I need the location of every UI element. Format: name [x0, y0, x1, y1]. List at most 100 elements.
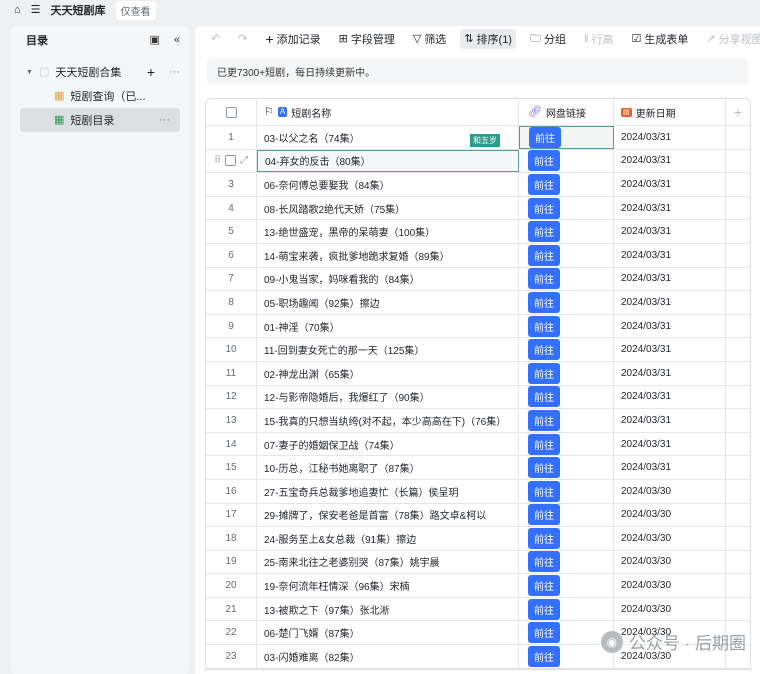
date-cell[interactable]: 2024/03/31	[614, 243, 726, 267]
go-link-button[interactable]: 前往	[528, 386, 560, 408]
more-icon[interactable]: ···	[159, 114, 170, 126]
date-cell[interactable]: 2024/03/30	[614, 527, 726, 550]
date-cell[interactable]: 2024/03/30	[614, 550, 726, 574]
go-link-button[interactable]: 前往	[528, 362, 560, 384]
go-link-button[interactable]: 前往	[528, 197, 560, 219]
date-cell[interactable]: 2024/03/30	[614, 574, 726, 597]
expand-icon[interactable]: ⤢	[240, 155, 248, 166]
date-cell[interactable]: 2024/03/31	[614, 314, 726, 338]
date-cell[interactable]: 2024/03/31	[614, 220, 726, 243]
table-row[interactable]: 10 11-回到妻女死亡的那一天（125集） 前往 2024/03/31	[206, 338, 750, 362]
table-row[interactable]: 19 25-南来北往之老婆别哭（87集）姚宇晨 前往 2024/03/30	[206, 550, 750, 575]
date-cell[interactable]: 2024/03/31	[614, 361, 726, 385]
add-icon[interactable]: +	[147, 65, 155, 79]
name-cell[interactable]: 06-楚门飞婿（87集）	[257, 621, 519, 645]
name-cell[interactable]: 27-五宝奇兵总裁爹地追妻忙（长篇）侯呈玥	[257, 479, 519, 503]
go-link-button[interactable]: 前往	[528, 433, 560, 455]
date-cell[interactable]: 2024/03/31	[614, 338, 726, 361]
table-row[interactable]: 11 02-神龙出渊（65集） 前往 2024/03/31	[206, 361, 750, 386]
redo-button[interactable]: ↷	[234, 32, 251, 47]
table-row[interactable]: 17 29-摊牌了，保安老爸是首富（78集）路文卓&柯以 前往 2024/03/30	[206, 503, 750, 528]
name-cell[interactable]: 14-萌宝来袭，疯批爹地跪求复婚（89集）	[257, 243, 519, 267]
drag-handle-icon[interactable]: ⠿	[214, 155, 221, 166]
table-row[interactable]: 12 12-与影帝隐婚后，我爆红了（90集） 前往 2024/03/31	[206, 385, 750, 410]
table-row[interactable]: 5 13-绝世盛宠，黑帝的呆萌妻（100集） 前往 2024/03/31	[206, 220, 750, 244]
column-header-date[interactable]: ▤ 更新日期	[614, 99, 726, 125]
go-link-button[interactable]: 前往	[528, 480, 560, 502]
name-cell[interactable]: 04-弃女的反击（80集）	[257, 149, 519, 173]
go-link-button[interactable]: 前往	[528, 409, 560, 431]
go-link-button[interactable]: 前往	[528, 457, 560, 479]
go-link-button[interactable]: 前往	[528, 622, 560, 644]
more-icon[interactable]: ···	[169, 66, 180, 78]
name-cell[interactable]: 15-我真的只想当纨绔(对不起，本少高高在下)（76集）	[257, 409, 519, 432]
go-link-button[interactable]: 前往	[528, 551, 560, 573]
table-row[interactable]: 21 13-被欺之下（97集）张北淅 前往 2024/03/30	[206, 597, 750, 622]
date-cell[interactable]: 2024/03/31	[614, 267, 726, 291]
select-all-checkbox[interactable]	[225, 106, 237, 118]
date-cell[interactable]: 2024/03/31	[614, 173, 726, 196]
name-cell[interactable]: 02-神龙出渊（65集）	[257, 361, 519, 385]
table-row[interactable]: 18 24-服务至上&女总裁（91集）擦边 前往 2024/03/30	[206, 527, 750, 551]
date-cell[interactable]: 2024/03/30	[614, 503, 726, 527]
go-link-button[interactable]: 前往	[528, 504, 560, 526]
name-cell[interactable]: 12-与影帝隐婚后，我爆红了（90集）	[257, 385, 519, 409]
undo-button[interactable]: ↶	[207, 32, 224, 47]
table-row[interactable]: 20 19-奈何流年枉情深（96集）宋楠 前往 2024/03/30	[206, 574, 750, 598]
table-row[interactable]: 14 07-妻子的婚姻保卫战（74集） 前往 2024/03/31	[206, 432, 750, 457]
name-cell[interactable]: 09-小鬼当家，妈咪看我的（84集）	[257, 267, 519, 291]
table-row[interactable]: 8 05-职场趣闻（92集）擦边 前往 2024/03/31	[206, 291, 750, 315]
go-link-button[interactable]: 前往	[529, 126, 561, 148]
name-cell[interactable]: 19-奈何流年枉情深（96集）宋楠	[257, 574, 519, 597]
go-link-button[interactable]: 前往	[528, 598, 560, 620]
home-icon[interactable]: ⌂	[14, 4, 21, 16]
go-link-button[interactable]: 前往	[528, 173, 560, 195]
go-link-button[interactable]: 前往	[528, 339, 560, 361]
go-link-button[interactable]: 前往	[528, 150, 560, 172]
share-view-button[interactable]: ↗ 分享视图	[702, 29, 760, 49]
date-cell[interactable]: 2024/03/30	[614, 597, 726, 621]
table-row[interactable]: 6 14-萌宝来袭，疯批爹地跪求复婚（89集） 前往 2024/03/31	[206, 243, 750, 268]
generate-form-button[interactable]: ☑ 生成表单	[628, 29, 693, 49]
go-link-button[interactable]: 前往	[528, 268, 560, 290]
date-cell[interactable]: 2024/03/31	[614, 126, 726, 149]
go-link-button[interactable]: 前往	[528, 221, 560, 243]
name-cell[interactable]: 07-妻子的婚姻保卫战（74集）	[257, 432, 519, 456]
name-cell[interactable]: 13-被欺之下（97集）张北淅	[257, 597, 519, 621]
caret-down-icon[interactable]: ▼	[26, 69, 33, 76]
go-link-button[interactable]: 前往	[528, 244, 560, 266]
name-cell[interactable]: 01-神淫（70集）	[257, 314, 519, 338]
name-cell[interactable]: 03-闪婚难离（82集）	[257, 645, 519, 668]
sidebar-item-collection[interactable]: ▼ ▢ 天天短剧合集 + ···	[10, 60, 190, 84]
table-row[interactable]: 3 06-奈何傅总要娶我（84集） 前往 2024/03/31	[206, 173, 750, 197]
table-row[interactable]: 7 09-小鬼当家，妈咪看我的（84集） 前往 2024/03/31	[206, 267, 750, 292]
row-height-button[interactable]: ‖ 行高	[580, 29, 618, 49]
collapse-icon[interactable]: «	[174, 34, 180, 46]
table-row[interactable]: ⠿ ⤢ 04-弃女的反击（80集） 前往 2024/03/31	[206, 149, 750, 174]
row-checkbox[interactable]	[225, 155, 237, 167]
name-cell[interactable]: 05-职场趣闻（92集）擦边	[257, 291, 519, 314]
date-cell[interactable]: 2024/03/30	[614, 479, 726, 503]
go-link-button[interactable]: 前往	[528, 575, 560, 597]
date-cell[interactable]: 2024/03/31	[614, 149, 726, 173]
add-column-button[interactable]: +	[726, 99, 750, 125]
name-cell[interactable]: 29-摊牌了，保安老爸是首富（78集）路文卓&柯以	[257, 503, 519, 527]
column-header-name[interactable]: ⚐ A 短剧名称	[257, 99, 519, 125]
go-link-button[interactable]: 前往	[528, 291, 560, 313]
date-cell[interactable]: 2024/03/31	[614, 409, 726, 432]
sort-button[interactable]: ⇅ 排序(1)	[460, 29, 516, 49]
name-cell[interactable]: 08-长风踏歌2绝代天娇（75集）	[257, 196, 519, 220]
layout-icon[interactable]: ▣	[149, 34, 159, 46]
add-record-button[interactable]: + 添加记录	[261, 29, 324, 49]
group-button[interactable]: 🗀 分组	[526, 29, 570, 49]
table-row[interactable]: 16 27-五宝奇兵总裁爹地追妻忙（长篇）侯呈玥 前往 2024/03/30	[206, 479, 750, 504]
table-row[interactable]: 15 10-历总，江秘书她离职了（87集） 前往 2024/03/31	[206, 456, 750, 480]
date-cell[interactable]: 2024/03/31	[614, 385, 726, 409]
date-cell[interactable]: 2024/03/31	[614, 432, 726, 456]
sidebar-item-query[interactable]: ▦ 短剧查询（已...	[10, 84, 190, 108]
menu-icon[interactable]: ☰	[31, 4, 41, 16]
go-link-button[interactable]: 前往	[528, 315, 560, 337]
go-link-button[interactable]: 前往	[528, 645, 560, 667]
field-manage-button[interactable]: ⊞ 字段管理	[335, 29, 399, 49]
table-row[interactable]: 4 08-长风踏歌2绝代天娇（75集） 前往 2024/03/31	[206, 196, 750, 221]
